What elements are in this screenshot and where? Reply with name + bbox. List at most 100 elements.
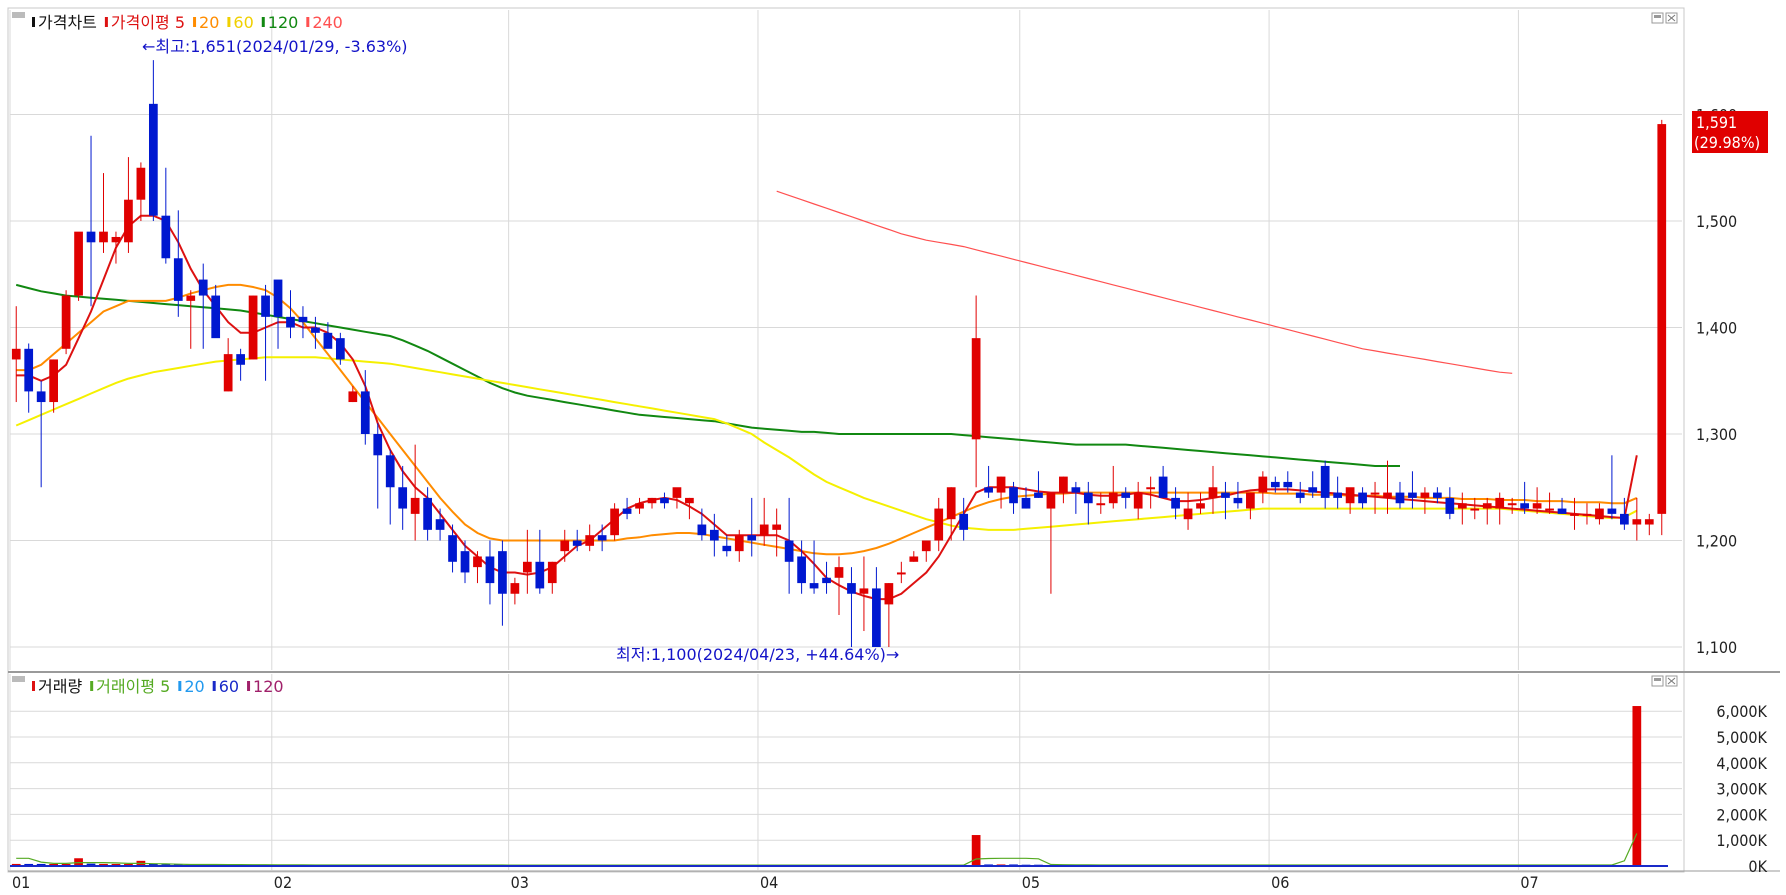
candle-body	[198, 279, 208, 296]
candle-body	[1482, 503, 1492, 509]
price-tick-label: 1,500	[1696, 212, 1737, 231]
legend-swatch	[32, 17, 35, 27]
legend-label: 60	[233, 13, 253, 32]
candle-body	[186, 295, 196, 301]
candle-body	[1370, 492, 1380, 495]
legend-label: 120	[268, 13, 299, 32]
candle-body	[1146, 487, 1156, 490]
candle	[610, 503, 619, 541]
candle-body	[373, 434, 383, 456]
candle-body	[1196, 503, 1205, 509]
volume-panel-frame	[7, 671, 1685, 873]
price-panel-maximize-button[interactable]	[1651, 12, 1664, 24]
candle-body	[1644, 519, 1654, 525]
candle-body	[1495, 497, 1505, 509]
price-panel-menu-icon[interactable]	[12, 12, 25, 18]
volume-panel-maximize-button[interactable]	[1651, 675, 1664, 687]
candle-body	[248, 295, 258, 360]
volume-panel-menu-icon[interactable]	[12, 676, 25, 682]
legend-swatch	[227, 17, 231, 27]
month-label: 01	[12, 873, 30, 892]
candle-body	[522, 561, 532, 573]
current-change: (29.98%)	[1694, 133, 1760, 152]
candle-body	[1221, 492, 1230, 498]
candle-body	[360, 391, 370, 434]
month-label: 05	[1022, 873, 1040, 892]
legend-swatch	[90, 681, 94, 691]
price-tick-label: 1,300	[1696, 425, 1737, 444]
candle-body	[1096, 503, 1106, 506]
candle-body	[1557, 508, 1567, 514]
candle-body	[311, 327, 320, 333]
candle-body	[1632, 519, 1642, 525]
candle-body	[1445, 497, 1455, 514]
candle-body	[36, 391, 46, 403]
candle-body	[1507, 503, 1517, 506]
legend-label: 240	[312, 13, 343, 32]
legend-label: 60	[219, 677, 239, 696]
price-panel-close-button[interactable]	[1665, 12, 1678, 24]
candle-body	[448, 535, 457, 562]
candle-body	[547, 561, 557, 584]
candle-body	[435, 519, 445, 530]
candle-body	[136, 167, 146, 200]
candle-body	[535, 561, 545, 589]
candle-body	[1021, 497, 1031, 509]
candle-body	[1520, 503, 1530, 509]
candle-body	[11, 348, 21, 360]
candle-body	[560, 540, 570, 552]
candle-body	[1158, 476, 1168, 498]
candle-body	[24, 348, 34, 392]
candle-body	[86, 231, 96, 243]
price-legend-item: 240	[306, 13, 343, 32]
month-label: 03	[511, 873, 529, 892]
candle-body	[971, 338, 981, 440]
candle-body	[223, 354, 233, 392]
legend-label: 가격이평 5	[111, 13, 185, 32]
candle-body	[1657, 124, 1667, 514]
candle-body	[834, 567, 844, 578]
candle-body	[872, 588, 881, 647]
candle-body	[1408, 492, 1417, 498]
month-label: 02	[274, 873, 292, 892]
candle-body	[610, 508, 619, 536]
candle-body	[485, 556, 495, 584]
candle	[248, 295, 258, 360]
candle-body	[959, 513, 969, 530]
candle-body	[1420, 492, 1430, 498]
candle-body	[236, 354, 245, 365]
candle-body	[647, 497, 657, 504]
candle-body	[1071, 487, 1081, 493]
candle-body	[1320, 465, 1330, 498]
candle-body	[1607, 508, 1617, 514]
month-label: 07	[1520, 873, 1538, 892]
low-annotation: 최저:1,100(2024/04/23, +44.64%)→	[616, 645, 899, 664]
candle-body	[74, 231, 83, 296]
candle-body	[61, 295, 71, 349]
candle	[61, 290, 71, 355]
candle-body	[772, 524, 782, 530]
candle-body	[921, 540, 931, 552]
candle	[74, 231, 83, 301]
candle-body	[847, 583, 856, 594]
candle-body	[473, 556, 482, 568]
candle-body	[884, 583, 894, 605]
legend-label: 거래이평 5	[96, 677, 170, 696]
volume-tick-label: 6,000K	[1716, 702, 1767, 721]
candle-body	[622, 508, 632, 514]
candle-body	[298, 316, 308, 323]
candle-body	[759, 524, 769, 536]
price-tick-label: 1,200	[1696, 532, 1737, 551]
candle-body	[697, 524, 707, 536]
candle-body	[597, 535, 607, 541]
volume-tick-label: 5,000K	[1716, 728, 1767, 747]
candle-body	[685, 497, 694, 504]
current-price-tag: 1,591 (29.98%)	[1692, 111, 1768, 153]
candle-body	[635, 503, 644, 509]
candle-body	[348, 391, 358, 403]
candle-body	[734, 535, 744, 552]
candle-body	[585, 535, 595, 546]
legend-label: 가격차트	[38, 13, 97, 32]
volume-panel-close-button[interactable]	[1665, 675, 1678, 687]
candle-body	[211, 295, 221, 339]
